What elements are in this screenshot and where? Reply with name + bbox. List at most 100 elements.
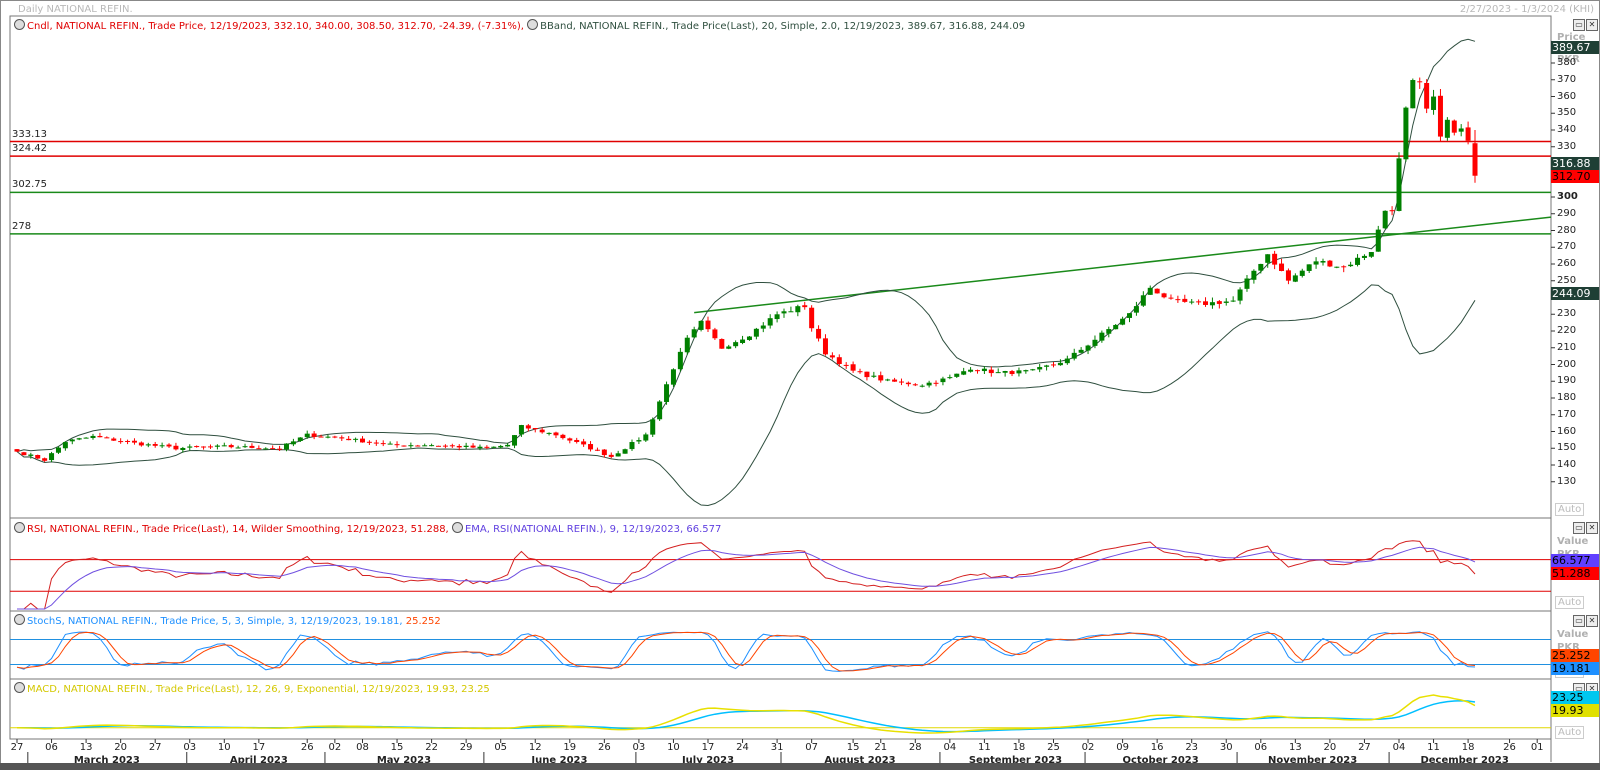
x-tick-label: 27 — [1358, 742, 1371, 753]
candle-body — [97, 435, 103, 438]
close-panel-icon[interactable]: ✕ — [1586, 522, 1598, 534]
last-price-value: 312.70 — [1551, 170, 1599, 183]
candle-body — [1265, 254, 1271, 263]
candle-body — [422, 445, 428, 447]
candle-body — [449, 445, 455, 447]
close-panel-icon[interactable]: ✕ — [1586, 615, 1598, 627]
candle-body — [795, 306, 801, 313]
candle-body — [263, 448, 269, 450]
candle-body — [1057, 362, 1063, 366]
candle-body — [76, 438, 82, 440]
candle-body — [311, 433, 317, 437]
candle-body — [712, 329, 718, 339]
level-label: 324.42 — [12, 143, 47, 155]
candle-body — [940, 378, 946, 383]
candle-body — [1064, 358, 1070, 364]
candle-body — [207, 446, 213, 448]
candle-body — [1272, 253, 1278, 265]
auto-scale-button[interactable]: Auto — [1555, 503, 1585, 516]
main-panel — [9, 15, 1552, 519]
candle-body — [249, 445, 255, 448]
candle-body — [857, 371, 863, 373]
candle-body — [477, 446, 483, 449]
y-tick-label: 280 — [1557, 224, 1577, 236]
x-tick-label: 15 — [846, 742, 860, 753]
candle-body — [111, 438, 117, 441]
candle-body — [933, 382, 939, 384]
candle-body — [1120, 318, 1126, 325]
candle-body — [691, 329, 697, 338]
candle-body — [1375, 229, 1381, 252]
x-tick-label: 22 — [425, 742, 438, 753]
x-tick-label: 18 — [1461, 742, 1475, 753]
y-tick-label: 340 — [1557, 124, 1577, 135]
status-bar — [0, 763, 1600, 770]
candle-body — [684, 337, 690, 353]
candle-body — [366, 441, 372, 443]
candle-body — [1078, 349, 1084, 353]
candle-body — [588, 444, 594, 450]
candle-body — [1403, 107, 1409, 160]
candle-body — [90, 435, 96, 439]
candle-body — [829, 355, 835, 358]
candle-body — [283, 443, 289, 450]
y-tick-label: 150 — [1557, 442, 1577, 454]
candle-body — [1147, 287, 1153, 295]
candle-body — [1355, 257, 1361, 265]
candle-body — [822, 338, 828, 355]
candle-body — [505, 444, 511, 447]
y-tick-label: 160 — [1557, 425, 1577, 437]
candle-body — [1009, 371, 1015, 375]
x-tick-label: 26 — [300, 742, 314, 753]
candle-body — [809, 307, 815, 329]
candle-body — [442, 445, 448, 447]
auto-scale-button[interactable]: Auto — [1555, 726, 1585, 739]
macd-legend[interactable]: MACD, NATIONAL REFIN., Trade Price(Last)… — [14, 682, 490, 695]
maximize-panel-button[interactable]: ▭ — [1573, 19, 1585, 31]
candle-body — [525, 425, 531, 429]
x-tick-label: 24 — [736, 742, 749, 753]
candle-body — [892, 379, 898, 382]
candle-body — [740, 339, 746, 343]
rsi-legend[interactable]: RSI, NATIONAL REFIN., Trade Price(Last),… — [14, 522, 721, 535]
candle-body — [581, 441, 587, 445]
candle-body — [1424, 82, 1430, 109]
candle-body — [1196, 301, 1202, 303]
candle-body — [885, 379, 891, 381]
maximize-panel-button[interactable]: ▭ — [1573, 615, 1585, 627]
candle-body — [1182, 298, 1188, 302]
x-tick-label: 21 — [874, 742, 888, 753]
x-tick-label: 06 — [45, 742, 58, 753]
candle-body — [1458, 128, 1464, 132]
y-tick-label: 360 — [1557, 90, 1577, 102]
value-label: Value — [1557, 629, 1589, 640]
candle-body — [131, 440, 137, 443]
stoch-legend[interactable]: StochS, NATIONAL REFIN., Trade Price, 5,… — [14, 614, 441, 627]
value-label: Value — [1557, 536, 1589, 547]
close-panel-icon[interactable]: ✕ — [1586, 19, 1598, 31]
candle-body — [733, 342, 739, 347]
candle-body — [1341, 266, 1347, 268]
candle-body — [1451, 120, 1457, 133]
x-tick-label: 02 — [1081, 742, 1095, 753]
candle-body — [1410, 80, 1416, 109]
candle-body — [560, 434, 566, 439]
candle-body — [180, 447, 186, 451]
candle-body — [788, 311, 794, 313]
maximize-panel-button[interactable]: ▭ — [1573, 522, 1585, 534]
candle-body — [636, 440, 642, 442]
x-tick-label: 11 — [1427, 742, 1440, 753]
auto-scale-button[interactable]: Auto — [1555, 596, 1585, 609]
candle-body — [1465, 127, 1471, 141]
candle-body — [1299, 270, 1305, 276]
candle-body — [1085, 345, 1091, 351]
x-tick-label: 27 — [10, 742, 24, 753]
candle-body — [905, 382, 911, 385]
x-tick-label: 18 — [1012, 742, 1026, 753]
candle-body — [1306, 264, 1312, 271]
candle-body — [539, 429, 545, 433]
candle-body — [864, 371, 870, 378]
candle-legend[interactable]: Cndl, NATIONAL REFIN., Trade Price, 12/1… — [14, 19, 1025, 32]
chart-canvas[interactable] — [0, 0, 1600, 770]
x-tick-label: 26 — [1503, 742, 1516, 753]
